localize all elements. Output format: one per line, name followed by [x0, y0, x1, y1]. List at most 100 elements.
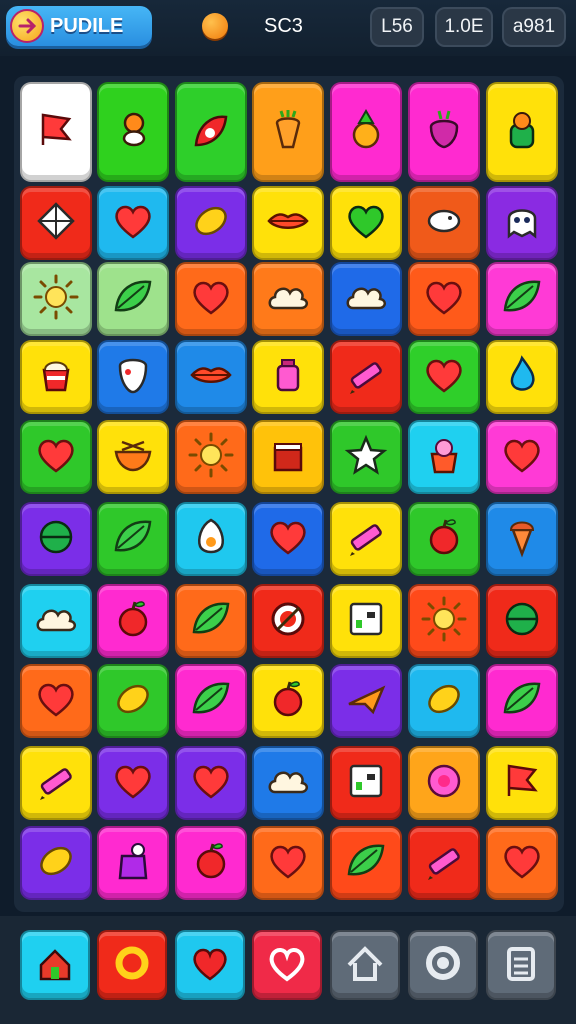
tile-heart[interactable]	[486, 420, 558, 494]
tile-plane[interactable]	[330, 664, 402, 738]
tile-star[interactable]	[330, 420, 402, 494]
pencil-icon	[341, 512, 391, 566]
heart-icon	[186, 756, 236, 810]
pencil-icon	[341, 350, 391, 404]
tile-cloud[interactable]	[252, 262, 324, 336]
tile-heart[interactable]	[20, 664, 92, 738]
stat-moves[interactable]: 1.0E	[435, 7, 493, 47]
tile-sun[interactable]	[408, 584, 480, 658]
tile-box[interactable]	[252, 420, 324, 494]
tile-heart[interactable]	[20, 420, 92, 494]
bowl-icon	[108, 430, 158, 484]
tile-sun[interactable]	[175, 420, 247, 494]
tile-leaf-eye[interactable]	[175, 82, 247, 182]
nav-heart-outline-button[interactable]	[252, 930, 322, 1000]
tile-lips[interactable]	[252, 186, 324, 260]
lips-icon	[263, 196, 313, 250]
tile-target[interactable]	[252, 584, 324, 658]
sun-icon	[419, 594, 469, 648]
tile-cloud[interactable]	[252, 746, 324, 820]
cat-icon	[497, 105, 547, 159]
tile-leaf[interactable]	[486, 262, 558, 336]
nav-home-button[interactable]	[330, 930, 400, 1000]
tile-leaf[interactable]	[175, 584, 247, 658]
house-icon	[33, 941, 77, 989]
tile-lemon[interactable]	[175, 186, 247, 260]
tile-drop[interactable]	[486, 340, 558, 414]
tile-heart[interactable]	[175, 262, 247, 336]
tile-leaf[interactable]	[330, 826, 402, 900]
plane-icon	[341, 674, 391, 728]
tile-leaf[interactable]	[97, 262, 169, 336]
tile-mask[interactable]	[97, 340, 169, 414]
tile-ghost[interactable]	[486, 186, 558, 260]
tile-heart[interactable]	[175, 746, 247, 820]
tile-cat[interactable]	[486, 82, 558, 182]
ghost-icon	[497, 196, 547, 250]
tile-bowl[interactable]	[97, 420, 169, 494]
tile-heart[interactable]	[97, 746, 169, 820]
nav-settings-button[interactable]	[408, 930, 478, 1000]
tile-jar[interactable]	[252, 340, 324, 414]
tile-apple[interactable]	[175, 826, 247, 900]
tile-flag[interactable]	[486, 746, 558, 820]
tile-apple[interactable]	[408, 502, 480, 576]
tile-ball[interactable]	[20, 502, 92, 576]
tile-note[interactable]	[330, 584, 402, 658]
tile-cup[interactable]	[20, 340, 92, 414]
tile-lemon[interactable]	[97, 664, 169, 738]
tile-lips[interactable]	[175, 340, 247, 414]
tile-carrot[interactable]	[252, 82, 324, 182]
stat-score[interactable]: a981	[502, 7, 566, 47]
tile-heart[interactable]	[408, 340, 480, 414]
tile-lemon[interactable]	[20, 826, 92, 900]
tile-leaf[interactable]	[175, 664, 247, 738]
box-icon	[263, 430, 313, 484]
tile-egg[interactable]	[175, 502, 247, 576]
ring-icon	[110, 941, 154, 989]
tile-leaf[interactable]	[486, 664, 558, 738]
tile-cloud[interactable]	[20, 584, 92, 658]
tile-lemon[interactable]	[408, 664, 480, 738]
tile-pencil[interactable]	[408, 826, 480, 900]
tile-bag[interactable]	[97, 826, 169, 900]
tile-flower[interactable]	[408, 746, 480, 820]
stat-level[interactable]: L56	[370, 7, 424, 47]
tile-apple[interactable]	[252, 664, 324, 738]
leaf-icon	[497, 674, 547, 728]
tile-heart[interactable]	[97, 186, 169, 260]
nav-heart-button[interactable]	[175, 930, 245, 1000]
tile-flag[interactable]	[20, 82, 92, 182]
note-icon	[341, 756, 391, 810]
nav-house-button[interactable]	[20, 930, 90, 1000]
tile-heart-leaf[interactable]	[330, 186, 402, 260]
tile-pencil[interactable]	[20, 746, 92, 820]
tile-heart[interactable]	[252, 826, 324, 900]
tile-heart[interactable]	[408, 262, 480, 336]
tile-pencil[interactable]	[330, 502, 402, 576]
tile-sun[interactable]	[20, 262, 92, 336]
tile-note[interactable]	[330, 746, 402, 820]
tile-heart[interactable]	[486, 826, 558, 900]
apple-icon	[186, 836, 236, 890]
tile-pineapple[interactable]	[330, 82, 402, 182]
tile-heart[interactable]	[252, 502, 324, 576]
tile-pot[interactable]	[408, 420, 480, 494]
tile-leaf[interactable]	[97, 502, 169, 576]
tile-pencil[interactable]	[330, 340, 402, 414]
tile-radish[interactable]	[408, 82, 480, 182]
tile-diamond[interactable]	[20, 186, 92, 260]
tile-cone[interactable]	[486, 502, 558, 576]
jar-icon	[263, 350, 313, 404]
home-icon	[343, 941, 387, 989]
nav-clipboard-button[interactable]	[486, 930, 556, 1000]
flower-icon	[419, 756, 469, 810]
nav-ring-button[interactable]	[97, 930, 167, 1000]
cloud-icon	[31, 594, 81, 648]
tile-fish[interactable]	[408, 186, 480, 260]
tile-apple[interactable]	[97, 584, 169, 658]
tile-ball[interactable]	[486, 584, 558, 658]
tile-cloud[interactable]	[330, 262, 402, 336]
brand-badge[interactable]: PUDILE	[6, 6, 152, 46]
tile-bird[interactable]	[97, 82, 169, 182]
